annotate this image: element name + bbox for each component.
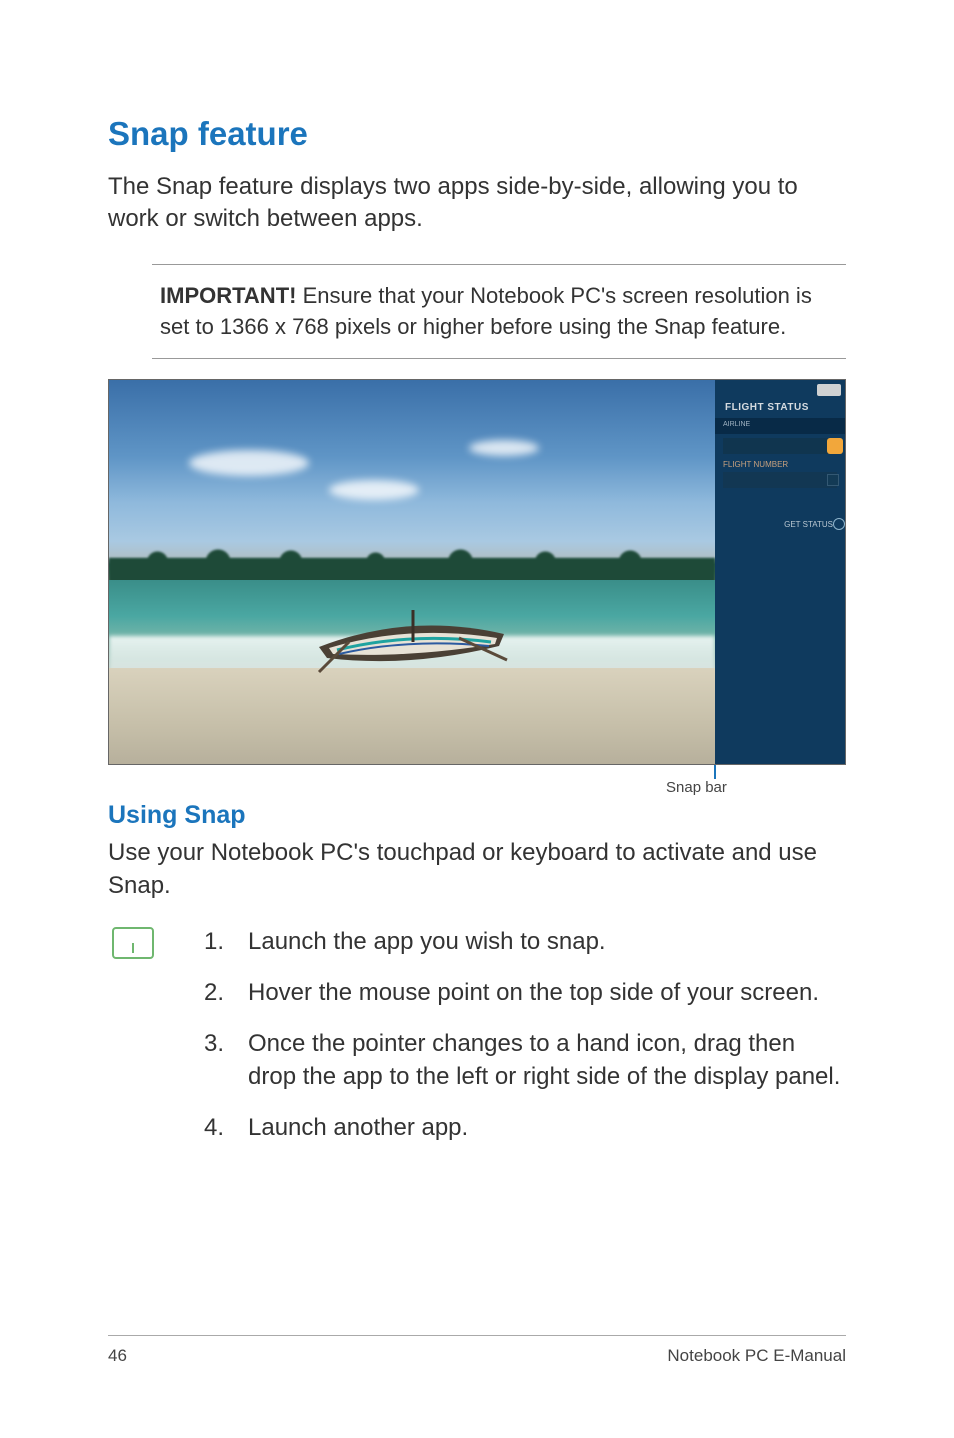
doc-title: Notebook PC E-Manual — [667, 1346, 846, 1366]
snap-bar-indicator — [714, 765, 716, 779]
side-band: AIRLINE — [715, 418, 845, 434]
go-icon — [833, 518, 845, 530]
step-4: 4.Launch another app. — [204, 1111, 846, 1144]
flight-number-label: FLIGHT NUMBER — [723, 460, 788, 469]
subheading: Using Snap — [108, 801, 846, 830]
snapped-app-pane: FLIGHT STATUS AIRLINE FLIGHT NUMBER GET … — [715, 380, 845, 764]
snap-bar-caption: Snap bar — [666, 779, 727, 796]
airline-label: AIRLINE — [723, 421, 750, 428]
important-note: IMPORTANT! Ensure that your Notebook PC'… — [152, 264, 846, 360]
dropdown-icon — [827, 438, 843, 454]
airline-field — [723, 438, 837, 454]
get-status-label: GET STATUS — [784, 520, 833, 529]
page-footer: 46 Notebook PC E-Manual — [108, 1335, 846, 1366]
close-icon — [817, 384, 841, 396]
page-number: 46 — [108, 1346, 127, 1366]
snap-screenshot: FLIGHT STATUS AIRLINE FLIGHT NUMBER GET … — [108, 379, 846, 791]
boat-illustration — [309, 602, 509, 692]
photo-app-pane — [109, 380, 715, 764]
steps-list: 1.Launch the app you wish to snap. 2.Hov… — [204, 925, 846, 1163]
important-label: IMPORTANT! — [160, 283, 296, 308]
page-heading: Snap feature — [108, 115, 846, 153]
step-1: 1.Launch the app you wish to snap. — [204, 925, 846, 958]
touchpad-icon — [112, 927, 154, 959]
flight-number-field — [723, 472, 837, 488]
step-2: 2.Hover the mouse point on the top side … — [204, 976, 846, 1009]
subintro: Use your Notebook PC's touchpad or keybo… — [108, 836, 846, 902]
step-3: 3.Once the pointer changes to a hand ico… — [204, 1027, 846, 1093]
intro-paragraph: The Snap feature displays two apps side-… — [108, 171, 846, 236]
side-app-title: FLIGHT STATUS — [725, 402, 809, 413]
